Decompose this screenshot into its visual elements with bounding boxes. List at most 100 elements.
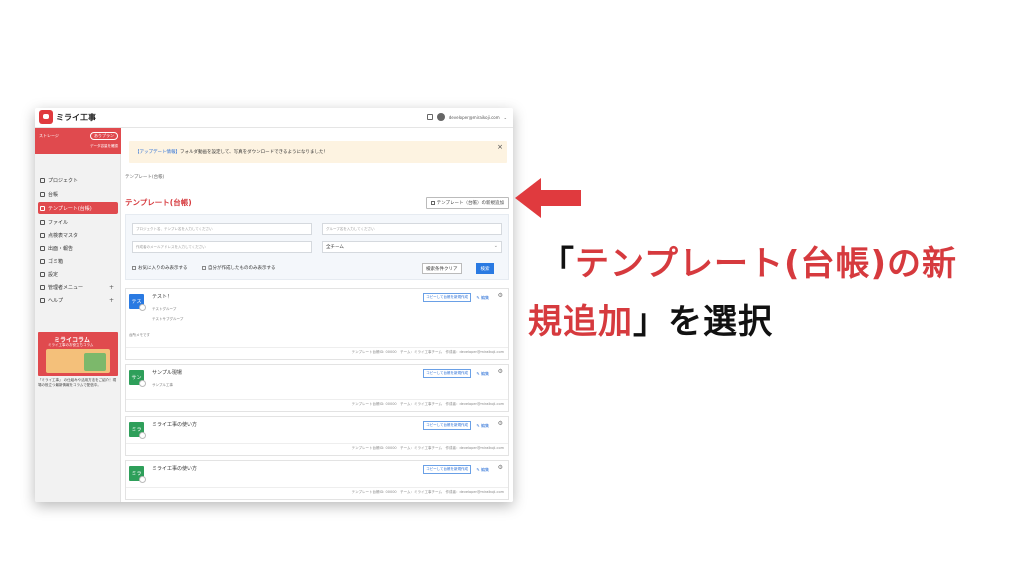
- update-text: フォルダ動画を設定して、写真をダウンロードできるようになりました！: [180, 150, 329, 155]
- template-card[interactable]: ミラ ミライ工事の使い方 コピーして台帳を新規作成 ✎ 編集 ⚙ テンプレート台帳ID: …: [125, 460, 509, 500]
- column-banner[interactable]: ミライコラム ミライ工事のお役立ちコラム: [38, 332, 118, 376]
- creator-search-input[interactable]: 作成者のメールアドレスを入力してください: [132, 241, 312, 253]
- storage-caption[interactable]: データ容量を確認: [90, 144, 118, 149]
- sidebar-item-label: 点検表マスタ: [48, 232, 79, 239]
- card-divider: [126, 399, 508, 400]
- template-meta: テンプレート台帳ID: 00000 チーム：ミライ工事チーム 作成者：devel…: [351, 350, 504, 354]
- template-group: テストグループ: [152, 307, 177, 311]
- banner-illustration: [46, 349, 110, 373]
- card-divider: [126, 347, 508, 348]
- caption-line-2: 規追加」を選択: [528, 294, 773, 343]
- plan-button[interactable]: ありプラン: [90, 132, 118, 140]
- gear-icon[interactable]: ⚙: [498, 368, 503, 375]
- edit-button[interactable]: ✎ 編集: [476, 295, 489, 301]
- edit-button[interactable]: ✎ 編集: [476, 423, 489, 429]
- template-group: サンプル工事: [152, 383, 173, 387]
- sidebar-item[interactable]: テンプレート(台帳): [38, 202, 118, 214]
- gear-icon[interactable]: ⚙: [498, 292, 503, 299]
- checkbox-box[interactable]: [132, 266, 136, 270]
- name-search-input[interactable]: プロジェクト名、テンプレ名を入力してください: [132, 223, 312, 235]
- storage-label: ストレージ: [39, 133, 59, 138]
- sidebar-item[interactable]: 管理者メニュー +: [38, 281, 118, 293]
- top-bar: ミライ工事 developer@miraikoji.com ⌄: [35, 108, 513, 128]
- camera-icon: [139, 432, 146, 439]
- edit-button[interactable]: ✎ 編集: [476, 467, 489, 473]
- ledger-icon: [40, 191, 45, 197]
- add-template-label: テンプレート（台帳）の新規追加: [436, 201, 504, 206]
- arrow-icon: [515, 178, 581, 218]
- sidebar-item[interactable]: 出面・報告: [38, 242, 118, 254]
- sidebar-item[interactable]: ヘルプ +: [38, 294, 118, 306]
- expand-icon[interactable]: +: [109, 297, 114, 304]
- edit-label: 編集: [481, 467, 489, 472]
- copy-create-button[interactable]: コピーして台帳を新規作成: [423, 465, 471, 474]
- sidebar-item[interactable]: ファイル: [38, 216, 118, 228]
- update-tag[interactable]: 【アップデート情報】: [135, 150, 180, 155]
- sidebar-item[interactable]: 台帳: [38, 188, 118, 200]
- camera-icon: [139, 476, 146, 483]
- report-icon: [40, 245, 45, 251]
- sidebar-item[interactable]: プロジェクト: [38, 174, 118, 186]
- update-notice: 【アップデート情報】フォルダ動画を設定して、写真をダウンロードできるようになりま…: [129, 141, 507, 163]
- sidebar-item[interactable]: ゴミ箱: [38, 255, 118, 267]
- sidebar-item-label: 出面・報告: [48, 245, 74, 252]
- template-title[interactable]: テスト！: [152, 293, 172, 300]
- copy-create-button[interactable]: コピーして台帳を新規作成: [423, 421, 471, 430]
- close-icon[interactable]: ×: [497, 143, 503, 151]
- gear-icon[interactable]: ⚙: [498, 464, 503, 471]
- chevron-down-icon[interactable]: ⌄: [504, 115, 507, 120]
- gear-icon[interactable]: ⚙: [498, 420, 503, 427]
- sidebar-item-label: 台帳: [48, 191, 59, 198]
- trash-icon: [40, 258, 45, 264]
- team-select[interactable]: 全チーム: [322, 241, 502, 253]
- add-template-button[interactable]: テンプレート（台帳）の新規追加: [425, 197, 509, 209]
- template-icon: [40, 205, 45, 211]
- checkbox-box[interactable]: [202, 266, 206, 270]
- sidebar-item[interactable]: 設定: [38, 268, 118, 280]
- template-title[interactable]: ミライ工事の使い方: [152, 421, 197, 428]
- search-button[interactable]: 検索: [476, 263, 494, 274]
- copy-create-button[interactable]: コピーして台帳を新規作成: [423, 369, 471, 378]
- user-email[interactable]: developer@miraikoji.com: [449, 115, 500, 120]
- template-card[interactable]: テス テスト！ テストグループ テストサブグループ コピーして台帳を新規作成 ✎ 編集 ⚙ 台…: [125, 288, 509, 360]
- sidebar-item[interactable]: 点検表マスタ: [38, 229, 118, 241]
- template-title[interactable]: サンプル現場: [152, 369, 182, 376]
- add-icon: [430, 201, 435, 205]
- caption-rest: 」を選択: [633, 302, 773, 342]
- group-search-input[interactable]: グループ名を入力してください: [322, 223, 502, 235]
- template-title[interactable]: ミライ工事の使い方: [152, 465, 197, 472]
- mine-only-label: 自分が作成したもののみ表示する: [208, 266, 276, 271]
- folder-icon: [40, 177, 45, 183]
- search-panel: プロジェクト名、テンプレ名を入力してください グループ名を入力してください 作成…: [125, 214, 509, 280]
- arrow-shaft: [537, 190, 581, 206]
- template-card[interactable]: サン サンプル現場 サンプル工事 コピーして台帳を新規作成 ✎ 編集 ⚙ テンプレート台帳I…: [125, 364, 509, 412]
- help-icon: [40, 297, 45, 303]
- banner-subtitle: ミライ工事のお役立ちコラム: [48, 343, 94, 347]
- template-card[interactable]: ミラ ミライ工事の使い方 コピーして台帳を新規作成 ✎ 編集 ⚙ テンプレート台帳ID: …: [125, 416, 509, 456]
- card-divider: [126, 443, 508, 444]
- breadcrumb: テンプレート(台帳): [125, 175, 165, 180]
- expand-icon[interactable]: +: [109, 284, 114, 291]
- sidebar: ストレージ ありプラン データ容量を確認 プロジェクト台帳テンプレート(台帳) フ…: [35, 128, 121, 502]
- update-message: 【アップデート情報】フォルダ動画を設定して、写真をダウンロードできるようになりま…: [135, 149, 328, 155]
- template-meta: テンプレート台帳ID: 00000 チーム：ミライ工事チーム 作成者：devel…: [351, 490, 504, 494]
- user-menu[interactable]: developer@miraikoji.com ⌄: [426, 113, 507, 121]
- clear-filters-button[interactable]: 検索条件クリア: [422, 263, 462, 274]
- caption-bracket: 「: [540, 244, 575, 284]
- edit-label: 編集: [481, 295, 489, 300]
- copy-create-button[interactable]: コピーして台帳を新規作成: [423, 293, 471, 302]
- slide: ミライ工事 developer@miraikoji.com ⌄ ストレージ あり…: [0, 0, 1024, 576]
- mine-only-checkbox[interactable]: 自分が作成したもののみ表示する: [202, 265, 276, 271]
- template-subgroup: テストサブグループ: [152, 317, 184, 321]
- edit-button[interactable]: ✎ 編集: [476, 371, 489, 377]
- template-meta: テンプレート台帳ID: 00000 チーム：ミライ工事チーム 作成者：devel…: [351, 402, 504, 406]
- sidebar-item-label: 管理者メニュー: [48, 284, 84, 291]
- banner-note: 「ミライ工事」 の仕組みや活用方法をご紹介！現場の役立つ最新情報をコラムで配信中…: [38, 378, 117, 387]
- edit-label: 編集: [481, 423, 489, 428]
- avatar[interactable]: [436, 113, 445, 121]
- app-logo[interactable]: ミライ工事: [39, 110, 96, 124]
- favorites-checkbox[interactable]: お気に入りのみ表示する: [132, 265, 188, 271]
- caption-highlight-1: テンプレート(台帳)の新: [575, 244, 958, 284]
- chat-icon[interactable]: [426, 114, 433, 120]
- sidebar-item-label: ファイル: [48, 219, 69, 226]
